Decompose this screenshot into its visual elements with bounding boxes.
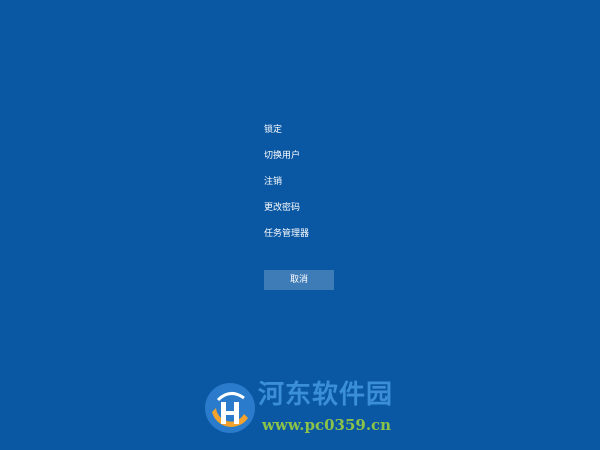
security-options-menu: 锁定 切换用户 注销 更改密码 任务管理器 bbox=[264, 124, 464, 254]
sign-out-option[interactable]: 注销 bbox=[264, 176, 464, 188]
switch-user-option[interactable]: 切换用户 bbox=[264, 150, 464, 162]
change-password-option[interactable]: 更改密码 bbox=[264, 202, 464, 214]
lock-option[interactable]: 锁定 bbox=[264, 124, 464, 136]
cancel-button[interactable]: 取消 bbox=[264, 270, 334, 290]
watermark-url: www.pc0359.cn bbox=[262, 416, 392, 434]
site-logo-icon bbox=[205, 383, 255, 433]
task-manager-option[interactable]: 任务管理器 bbox=[264, 228, 464, 240]
watermark-title: 河东软件园 bbox=[258, 380, 394, 410]
site-watermark: 河东软件园 www.pc0359.cn bbox=[200, 378, 410, 438]
